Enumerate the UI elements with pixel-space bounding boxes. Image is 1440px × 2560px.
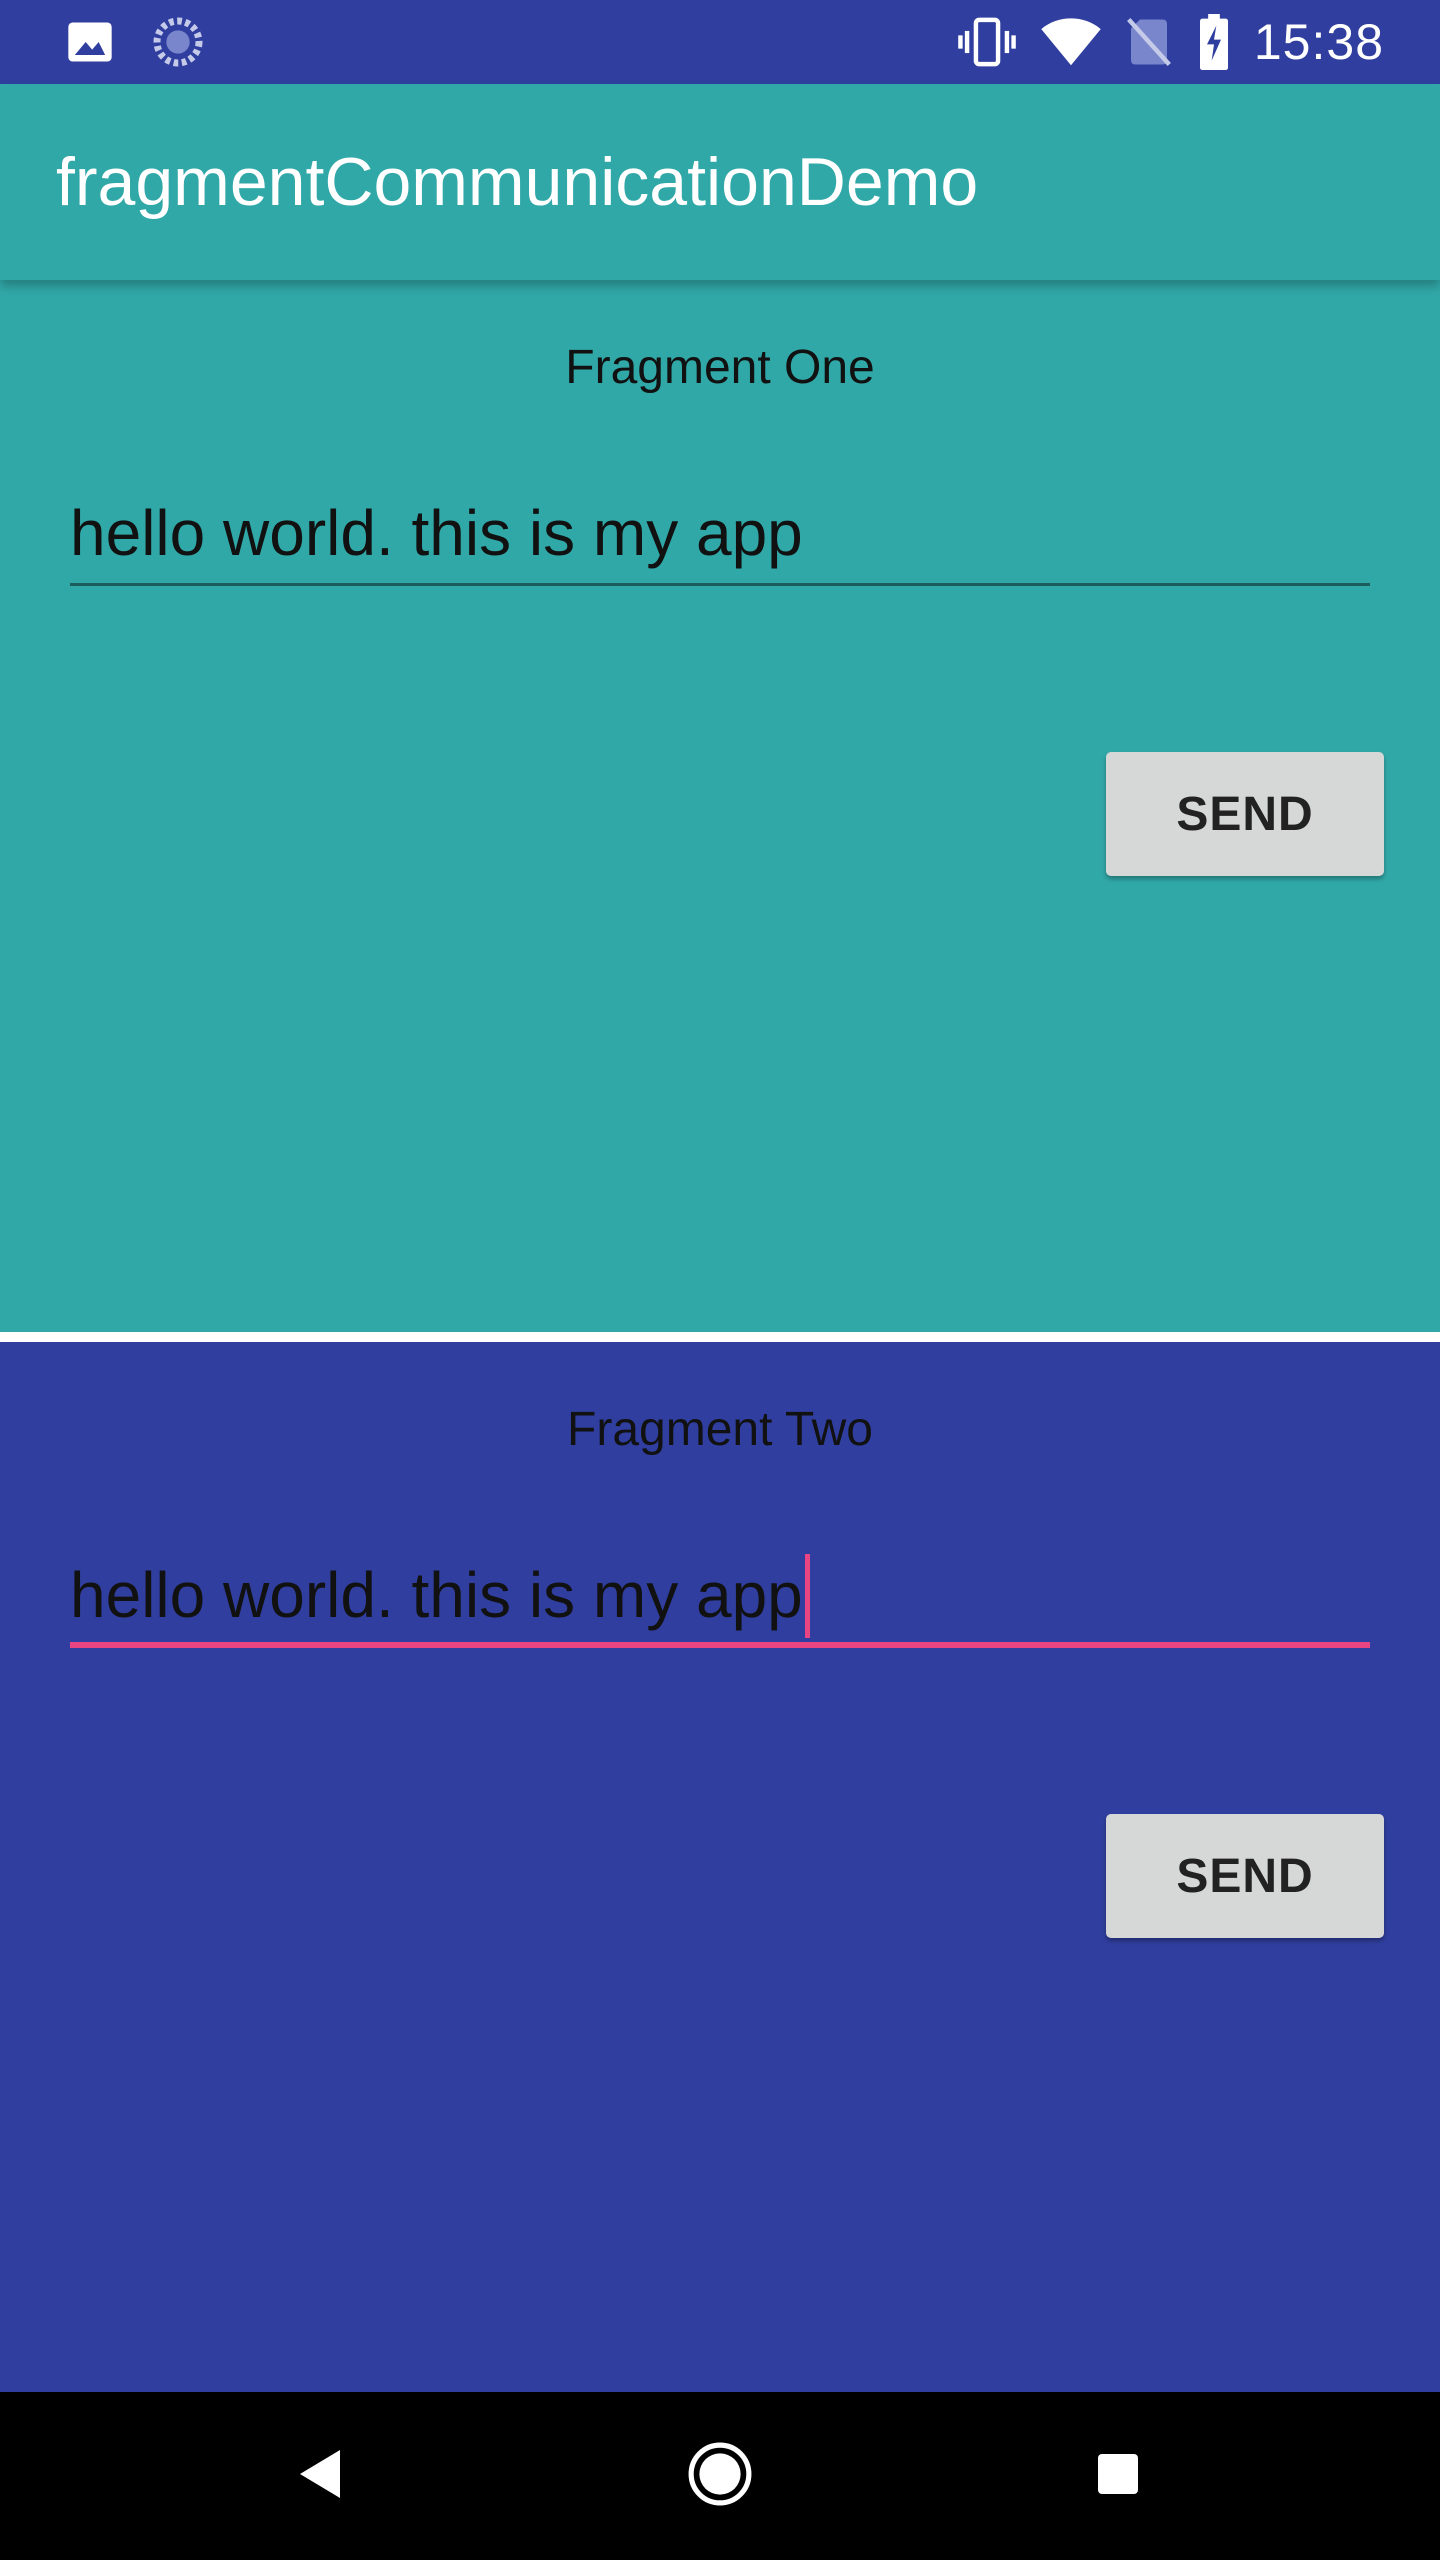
fragment-two-input-wrapper[interactable]: hello world. this is my app: [70, 1542, 810, 1648]
status-bar: 15:38: [0, 0, 1440, 84]
fragment-two-title: Fragment Two: [567, 1403, 873, 1456]
fragment-two-input-underline: [70, 1642, 1370, 1648]
home-icon: [687, 2441, 753, 2512]
fragment-two-send-button[interactable]: SEND: [1106, 1814, 1384, 1938]
status-time: 15:38: [1253, 14, 1384, 70]
image-notification-icon: [64, 16, 116, 68]
home-button[interactable]: [670, 2392, 770, 2560]
back-icon: [296, 2448, 344, 2505]
fragment-two-input[interactable]: hello world. this is my app: [70, 1542, 1370, 1648]
back-button[interactable]: [270, 2392, 370, 2560]
fragment-two: Fragment Two hello world. this is my app…: [0, 1342, 1440, 2392]
nav-bar: [0, 2392, 1440, 2560]
fragment-one-input-underline: [70, 583, 1370, 586]
recents-button[interactable]: [1068, 2392, 1168, 2560]
recents-icon: [1096, 2452, 1140, 2501]
no-sim-icon: [1124, 15, 1174, 69]
fragment-divider: [0, 1332, 1440, 1342]
fragment-one-title: Fragment One: [565, 341, 875, 394]
sync-progress-icon: [150, 14, 206, 70]
fragment-two-input-text[interactable]: hello world. this is my app: [70, 1559, 803, 1631]
battery-charging-icon: [1196, 14, 1232, 70]
fragment-one-input-text[interactable]: hello world. this is my app: [70, 480, 803, 586]
wifi-icon: [1040, 15, 1102, 69]
fragment-one-input[interactable]: hello world. this is my app: [70, 480, 1370, 586]
text-cursor: [804, 1554, 810, 1639]
app-bar: fragmentCommunicationDemo: [0, 84, 1440, 280]
vibrate-icon: [956, 14, 1018, 70]
fragment-one: Fragment One hello world. this is my app…: [0, 280, 1440, 1332]
app-title: fragmentCommunicationDemo: [56, 144, 979, 220]
fragment-one-send-button[interactable]: SEND: [1106, 752, 1384, 876]
